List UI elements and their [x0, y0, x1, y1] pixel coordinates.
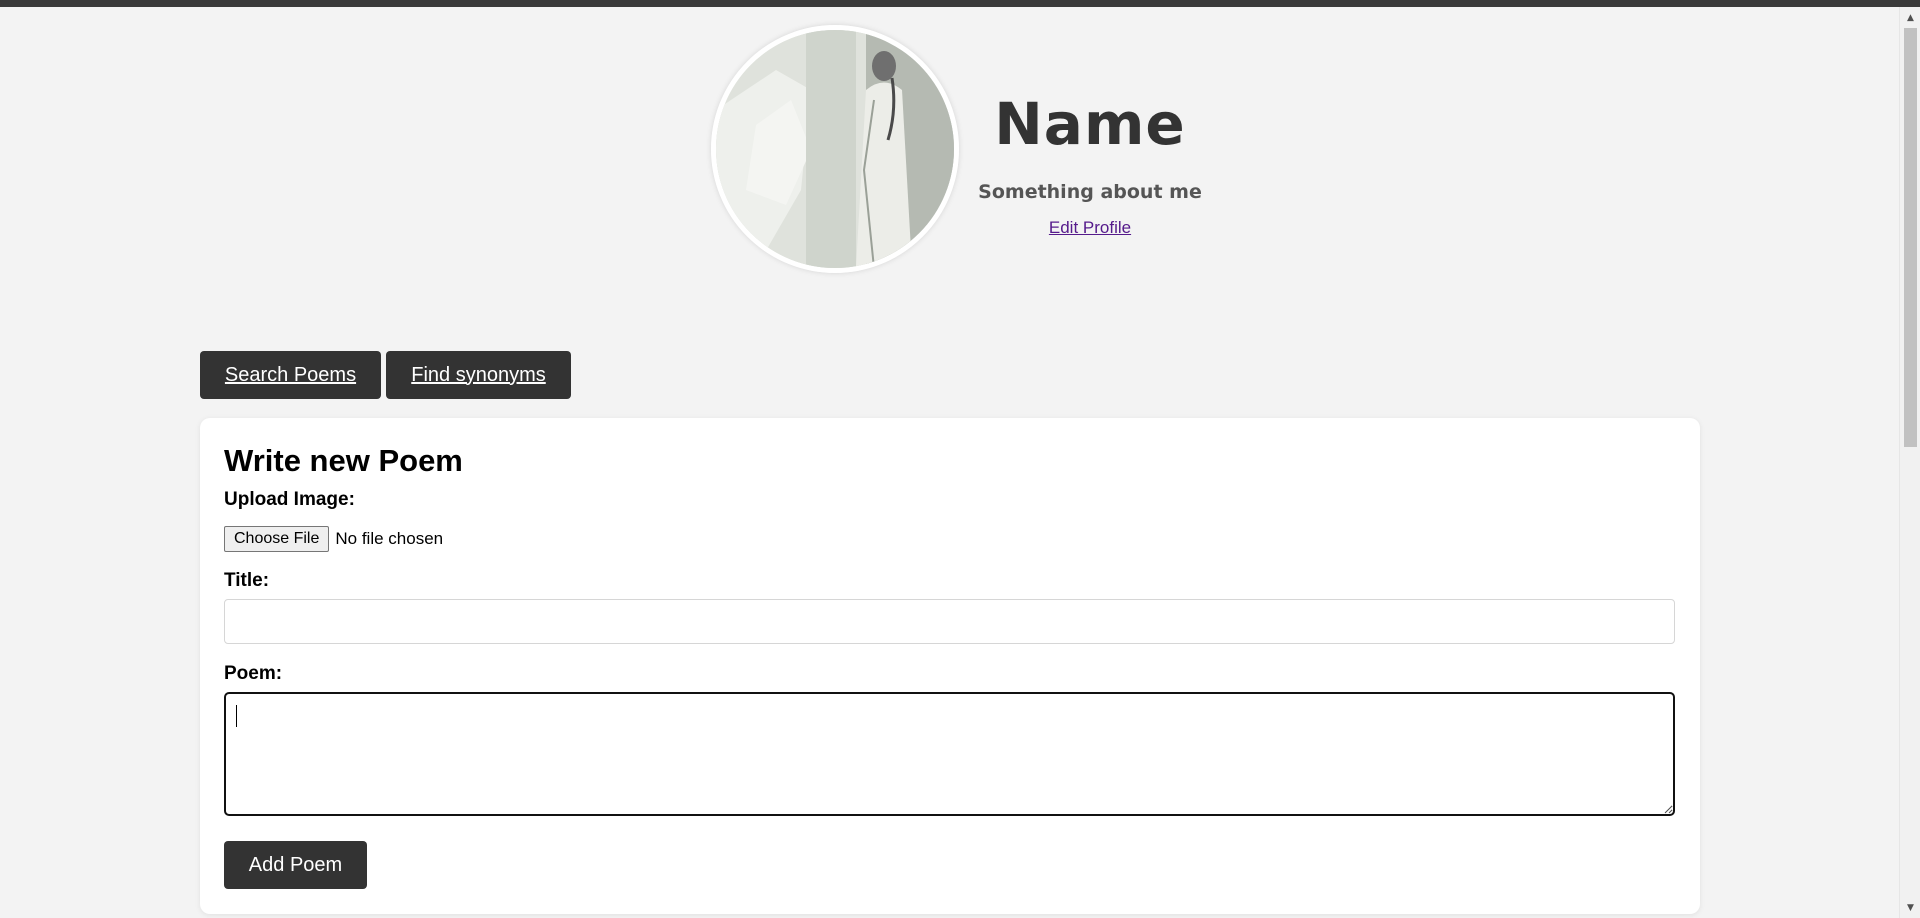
profile-photo-icon	[716, 30, 954, 268]
title-label: Title:	[224, 570, 270, 591]
vertical-scrollbar[interactable]: ▲ ▼	[1899, 7, 1920, 918]
find-synonyms-button[interactable]: Find synonyms	[386, 351, 571, 399]
profile-name: Name	[994, 90, 1186, 158]
scroll-up-arrow-icon[interactable]: ▲	[1900, 9, 1920, 26]
window-top-edge	[0, 0, 1920, 7]
scroll-down-arrow-icon[interactable]: ▼	[1900, 899, 1920, 916]
profile-bio: Something about me	[978, 181, 1202, 203]
new-poem-card: Write new Poem Upload Image: Choose File…	[200, 418, 1700, 914]
search-poems-button[interactable]: Search Poems	[200, 351, 381, 399]
file-input: Choose File No file chosen	[224, 526, 443, 552]
profile-avatar	[711, 25, 959, 273]
resize-grip-icon[interactable]	[1663, 804, 1673, 814]
poem-label: Poem:	[224, 663, 283, 684]
add-poem-button[interactable]: Add Poem	[224, 841, 367, 889]
edit-profile-link[interactable]: Edit Profile	[1040, 218, 1140, 238]
scroll-thumb[interactable]	[1904, 28, 1917, 447]
title-input[interactable]	[224, 599, 1675, 644]
text-caret	[236, 705, 237, 727]
file-status-text: No file chosen	[335, 529, 444, 548]
choose-file-button[interactable]: Choose File	[224, 526, 330, 552]
upload-image-label: Upload Image:	[224, 489, 355, 510]
poem-textarea[interactable]	[224, 692, 1675, 816]
form-heading: Write new Poem	[224, 443, 463, 478]
